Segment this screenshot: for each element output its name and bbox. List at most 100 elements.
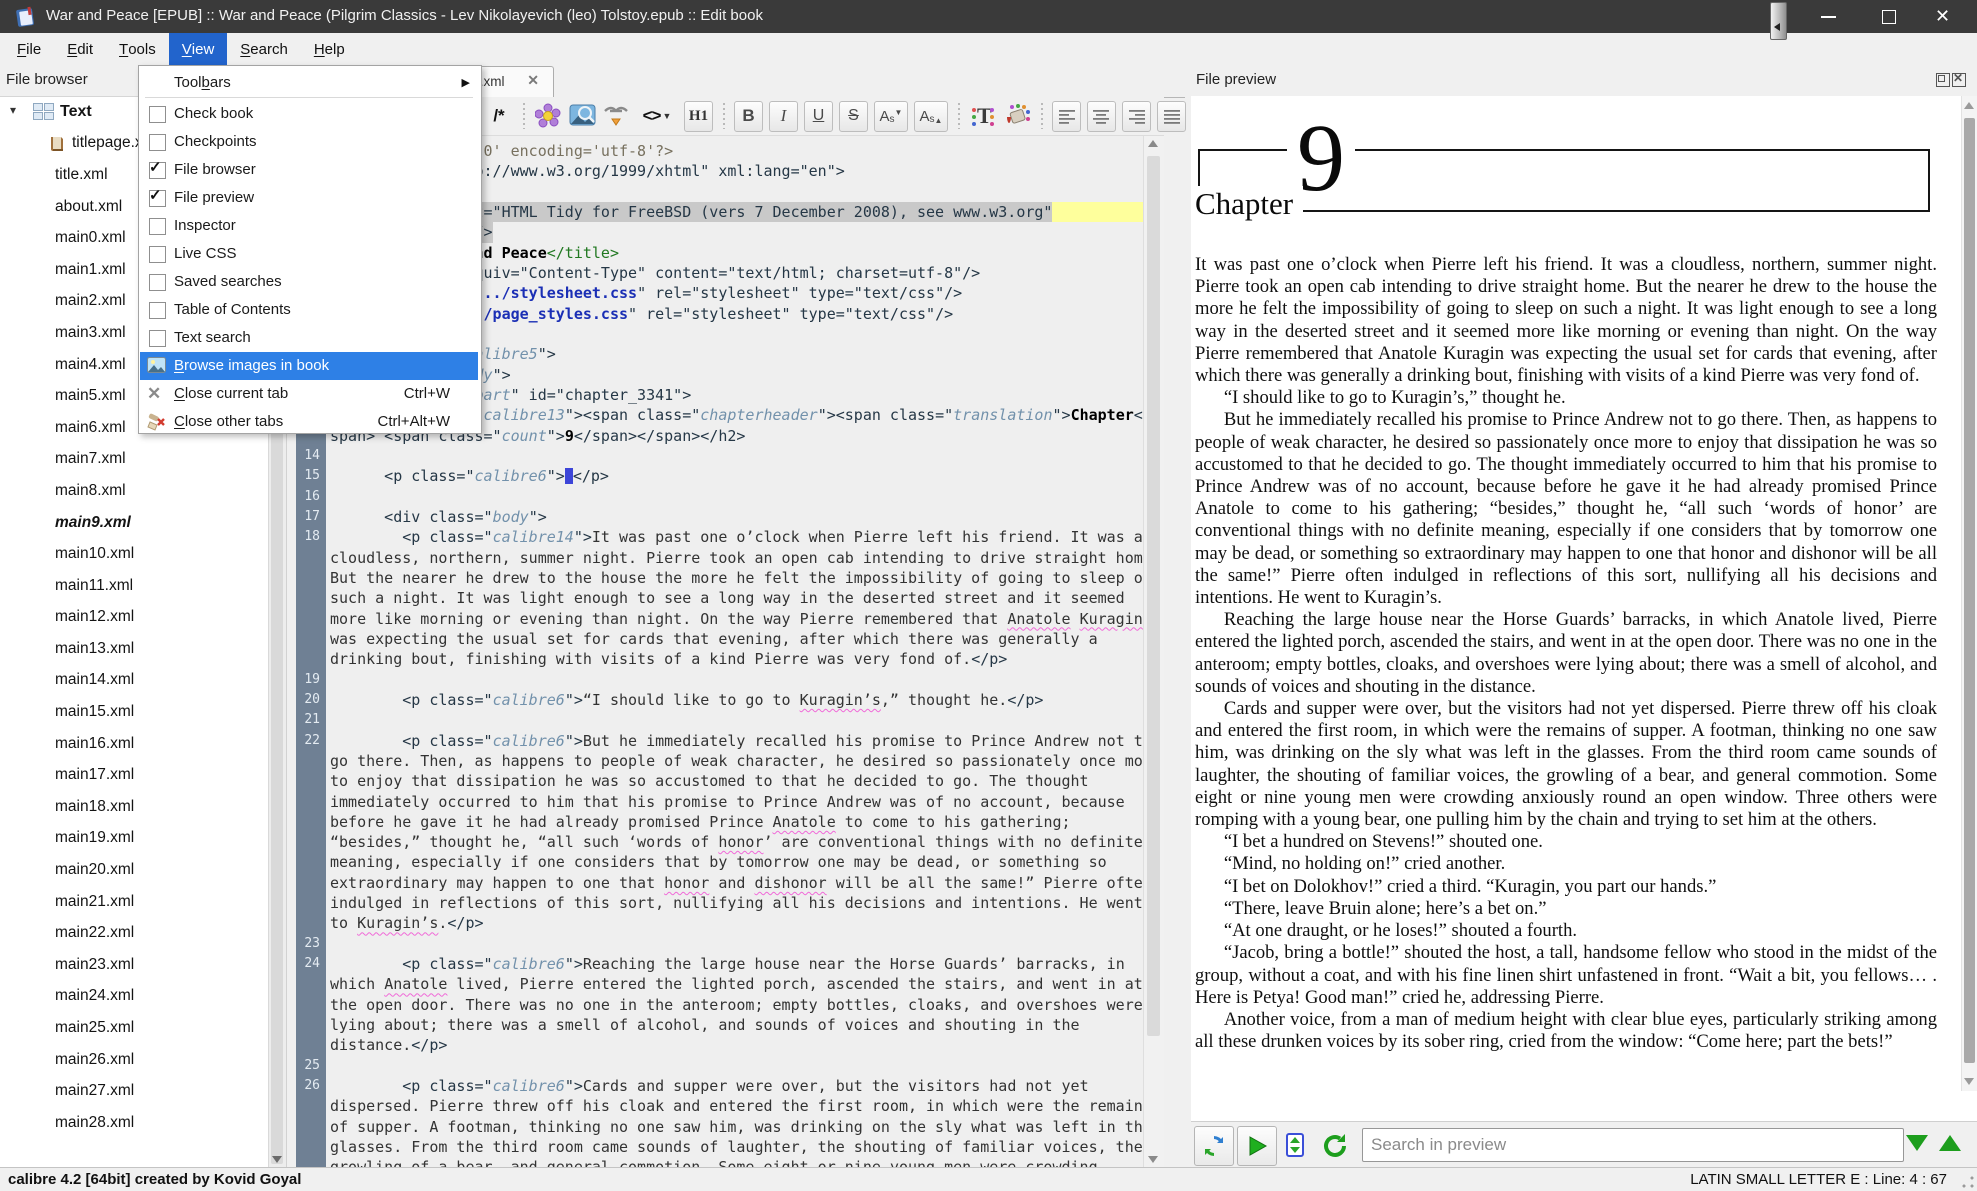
flower-image-icon[interactable] bbox=[533, 101, 563, 131]
file-item-main13.xml[interactable]: main13.xml bbox=[0, 633, 268, 665]
align-left-icon[interactable] bbox=[1052, 101, 1081, 132]
menu-item-close-current-tab[interactable]: ✕Close current tabCtrl+W bbox=[140, 380, 478, 408]
menu-help[interactable]: Help bbox=[301, 33, 358, 65]
code-line[interactable]: meaning, especially if one considers tha… bbox=[296, 852, 1164, 872]
code-line[interactable]: 16 bbox=[296, 487, 1164, 507]
align-right-icon[interactable] bbox=[1122, 101, 1151, 132]
code-line[interactable]: dispersed. Pierre threw off his cloak an… bbox=[296, 1096, 1164, 1116]
italic-icon[interactable]: I bbox=[769, 101, 798, 132]
heading-icon[interactable]: H1 bbox=[684, 101, 713, 132]
code-line[interactable]: distance.</p> bbox=[296, 1035, 1164, 1055]
file-item-main16.xml[interactable]: main16.xml bbox=[0, 728, 268, 760]
menu-item-browse-images-in-book[interactable]: Browse images in book bbox=[140, 352, 478, 380]
browse-images-icon[interactable] bbox=[567, 101, 597, 131]
scroll-up-icon[interactable] bbox=[1964, 102, 1974, 109]
align-center-icon[interactable] bbox=[1087, 101, 1116, 132]
code-line[interactable]: before he gave it he had already promise… bbox=[296, 812, 1164, 832]
insert-tag-icon[interactable]: <>▼ bbox=[635, 101, 679, 131]
code-line[interactable]: 21 bbox=[296, 710, 1164, 730]
maximize-button[interactable] bbox=[1861, 0, 1915, 33]
preview-content[interactable]: 9 Chapter It was past one o’clock when P… bbox=[1191, 96, 1962, 1091]
undock-icon[interactable] bbox=[1936, 73, 1950, 87]
file-item-main9.xml[interactable]: main9.xml bbox=[0, 507, 268, 539]
sync-position-icon[interactable] bbox=[1283, 1132, 1307, 1158]
menu-edit[interactable]: Edit bbox=[54, 33, 106, 65]
menu-item-checkpoints[interactable]: Checkpoints bbox=[140, 128, 478, 156]
menu-file[interactable]: File bbox=[4, 33, 54, 65]
scrollbar-thumb[interactable] bbox=[1147, 156, 1160, 1036]
file-item-main22.xml[interactable]: main22.xml bbox=[0, 917, 268, 949]
file-item-main27.xml[interactable]: main27.xml bbox=[0, 1075, 268, 1107]
file-item-main18.xml[interactable]: main18.xml bbox=[0, 791, 268, 823]
menu-item-table-of-contents[interactable]: Table of Contents bbox=[140, 296, 478, 324]
menu-item-close-other-tabs[interactable]: Close other tabsCtrl+Alt+W bbox=[140, 408, 478, 436]
dropdown-arrow-icon[interactable]: ▼ bbox=[662, 111, 671, 121]
code-line[interactable]: glasses. From the third room came sounds… bbox=[296, 1137, 1164, 1157]
code-line[interactable]: 25 bbox=[296, 1056, 1164, 1076]
code-line[interactable]: 23 bbox=[296, 934, 1164, 954]
code-line[interactable]: “besides,” thought he, “all such ‘words … bbox=[296, 832, 1164, 852]
code-line[interactable]: 18 <p class="calibre14">It was past one … bbox=[296, 527, 1164, 547]
code-line[interactable]: 22 <p class="calibre6">But he immediatel… bbox=[296, 731, 1164, 751]
resize-grip[interactable] bbox=[1961, 1175, 1975, 1189]
refresh-preview-button[interactable] bbox=[1237, 1126, 1277, 1166]
panel-close-icon[interactable]: ✕ bbox=[1952, 73, 1966, 87]
menu-item-live-css[interactable]: Live CSS bbox=[140, 240, 478, 268]
file-item-main25.xml[interactable]: main25.xml bbox=[0, 1012, 268, 1044]
code-line[interactable]: immediately occurred to him that his pro… bbox=[296, 792, 1164, 812]
file-item-main8.xml[interactable]: main8.xml bbox=[0, 475, 268, 507]
menu-item-file-preview[interactable]: ✓File preview bbox=[140, 184, 478, 212]
anchor-icon[interactable] bbox=[601, 101, 631, 131]
editor-scrollbar[interactable] bbox=[1143, 136, 1164, 1168]
menu-item-toolbars[interactable]: Toolbars▶ bbox=[140, 69, 478, 97]
find-next-icon[interactable] bbox=[1906, 1135, 1928, 1151]
code-line[interactable]: 17 <div class="body"> bbox=[296, 507, 1164, 527]
code-line[interactable]: which Anatole lived, Pierre entered the … bbox=[296, 974, 1164, 994]
code-line[interactable]: But the nearer he drew to the house the … bbox=[296, 568, 1164, 588]
scroll-down-icon[interactable] bbox=[272, 1156, 282, 1163]
find-previous-icon[interactable] bbox=[1939, 1135, 1961, 1151]
code-line[interactable]: drinking bout, finishing with visits of … bbox=[296, 649, 1164, 669]
chevron-down-icon[interactable]: ▾ bbox=[10, 103, 16, 117]
minimize-button[interactable] bbox=[1801, 0, 1855, 33]
code-line[interactable]: 26 <p class="calibre6">Cards and supper … bbox=[296, 1076, 1164, 1096]
code-line[interactable]: more like morning or evening than night.… bbox=[296, 609, 1164, 629]
comment-icon[interactable]: /* bbox=[484, 101, 514, 131]
file-item-main11.xml[interactable]: main11.xml bbox=[0, 570, 268, 602]
close-button[interactable]: ✕ bbox=[1921, 0, 1975, 33]
scroll-up-icon[interactable] bbox=[1148, 140, 1158, 147]
menu-item-check-book[interactable]: Check book bbox=[140, 100, 478, 128]
code-line[interactable]: was expecting the usual set for cards th… bbox=[296, 629, 1164, 649]
file-item-main20.xml[interactable]: main20.xml bbox=[0, 854, 268, 886]
subscript-icon[interactable]: As▼ bbox=[874, 101, 908, 132]
menu-item-file-browser[interactable]: ✓File browser bbox=[140, 156, 478, 184]
file-item-main28.xml[interactable]: main28.xml bbox=[0, 1107, 268, 1139]
align-justify-icon[interactable] bbox=[1157, 101, 1186, 132]
code-line[interactable]: cloudless, northern, summer night. Pierr… bbox=[296, 548, 1164, 568]
code-line[interactable]: go there. Then, as happens to people of … bbox=[296, 751, 1164, 771]
bold-icon[interactable]: B bbox=[734, 101, 763, 132]
scroll-down-icon[interactable] bbox=[1148, 1156, 1158, 1163]
volume-overlay-handle[interactable] bbox=[1770, 2, 1787, 40]
code-line[interactable]: such a night. It was light enough to see… bbox=[296, 588, 1164, 608]
file-item-main17.xml[interactable]: main17.xml bbox=[0, 759, 268, 791]
code-line[interactable]: extraordinary may happen to one that hon… bbox=[296, 873, 1164, 893]
code-line[interactable]: 24 <p class="calibre6">Reaching the larg… bbox=[296, 954, 1164, 974]
file-item-main14.xml[interactable]: main14.xml bbox=[0, 665, 268, 697]
menu-item-inspector[interactable]: Inspector bbox=[140, 212, 478, 240]
preview-scrollbar[interactable] bbox=[1961, 96, 1977, 1091]
code-line[interactable]: 19 bbox=[296, 670, 1164, 690]
code-line[interactable]: of supper. A footman, thinking no one sa… bbox=[296, 1117, 1164, 1137]
code-line[interactable]: indulged in reflections of this sort, nu… bbox=[296, 893, 1164, 913]
code-line[interactable]: the open door. There was no one in the a… bbox=[296, 995, 1164, 1015]
code-line[interactable]: 20 <p class="calibre6">“I should like to… bbox=[296, 690, 1164, 710]
code-line[interactable]: 15 <p class="calibre6"></p> bbox=[296, 466, 1164, 486]
menu-view[interactable]: View bbox=[169, 33, 228, 65]
strikethrough-icon[interactable]: S bbox=[839, 101, 868, 132]
file-item-main15.xml[interactable]: main15.xml bbox=[0, 696, 268, 728]
menu-item-saved-searches[interactable]: Saved searches bbox=[140, 268, 478, 296]
scroll-down-icon[interactable] bbox=[1964, 1078, 1974, 1085]
menu-item-text-search[interactable]: Text search bbox=[140, 324, 478, 352]
file-item-main21.xml[interactable]: main21.xml bbox=[0, 886, 268, 918]
code-line[interactable]: to Kuragin’s.</p> bbox=[296, 913, 1164, 933]
